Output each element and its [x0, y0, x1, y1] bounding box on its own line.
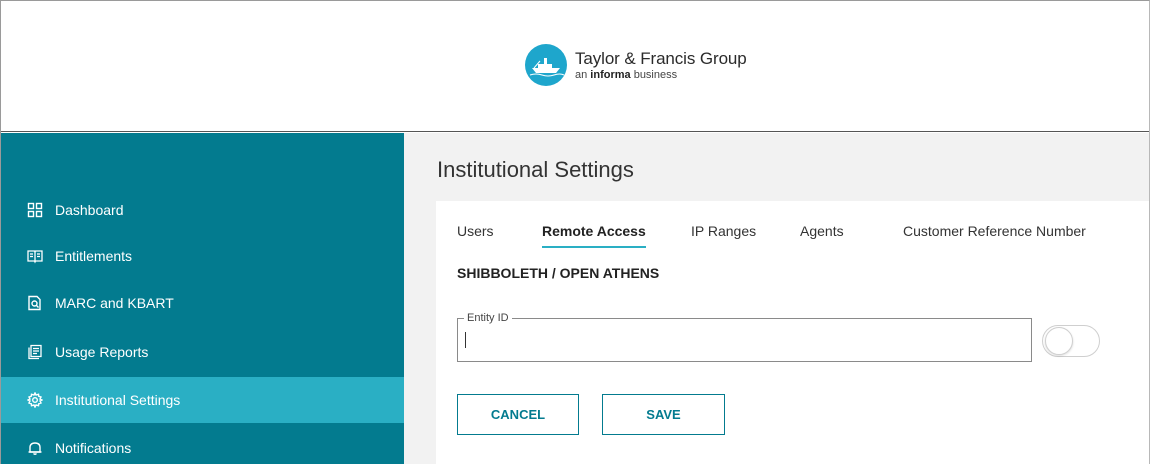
sidebar-item-label: Entitlements [55, 248, 133, 264]
sidebar-item-label: Institutional Settings [55, 392, 181, 408]
tab-customer-reference-number[interactable]: Customer Reference Number [903, 223, 1086, 246]
tab-ip-ranges[interactable]: IP Ranges [691, 223, 756, 246]
settings-card: Users Remote Access IP Ranges Agents Cus… [436, 201, 1149, 464]
entity-id-label: Entity ID [464, 311, 512, 325]
sidebar-item-label: Notifications [55, 440, 132, 456]
shibboleth-toggle[interactable] [1042, 325, 1100, 357]
app-window: Taylor & Francis Group an informa busine… [0, 0, 1150, 464]
section-heading: SHIBBOLETH / OPEN ATHENS [457, 265, 660, 281]
main-content: Institutional Settings Users Remote Acce… [404, 133, 1149, 464]
sidebar-item-usage-reports[interactable]: Usage Reports [1, 329, 404, 375]
logo-title: Taylor & Francis Group [575, 48, 747, 68]
settings-tabs: Users Remote Access IP Ranges Agents Cus… [436, 201, 1149, 248]
tab-users[interactable]: Users [457, 223, 494, 246]
text-caret [465, 332, 466, 348]
tab-agents[interactable]: Agents [800, 223, 844, 246]
sidebar-item-label: MARC and KBART [55, 295, 174, 311]
file-search-icon [27, 295, 43, 311]
sidebar-item-label: Dashboard [55, 202, 124, 218]
header: Taylor & Francis Group an informa busine… [1, 1, 1149, 132]
logo-subtitle: an informa business [575, 68, 678, 81]
report-icon [27, 344, 43, 360]
sidebar-item-dashboard[interactable]: Dashboard [1, 187, 404, 233]
ship-logo-icon [525, 44, 567, 86]
gear-icon [27, 392, 43, 408]
taylor-francis-logo[interactable]: Taylor & Francis Group an informa busine… [524, 43, 747, 87]
page-title: Institutional Settings [437, 157, 634, 182]
sidebar-item-institutional-settings[interactable]: Institutional Settings [1, 377, 404, 423]
cancel-button[interactable]: CANCEL [457, 394, 579, 435]
book-icon [27, 248, 43, 264]
dashboard-grid-icon [27, 202, 43, 218]
tab-remote-access[interactable]: Remote Access [542, 223, 646, 248]
entity-id-field: Entity ID [457, 311, 1032, 362]
entity-id-input[interactable] [459, 325, 1024, 355]
sidebar-item-notifications[interactable]: Notifications [1, 425, 404, 464]
sidebar-item-entitlements[interactable]: Entitlements [1, 233, 404, 279]
bell-icon [27, 440, 43, 456]
sidebar-item-label: Usage Reports [55, 344, 149, 360]
sidebar-item-marc-kbart[interactable]: MARC and KBART [1, 280, 404, 326]
save-button[interactable]: SAVE [602, 394, 725, 435]
toggle-knob [1045, 327, 1073, 355]
sidebar: Dashboard Entitlements MARC and KBART Us… [1, 133, 404, 464]
